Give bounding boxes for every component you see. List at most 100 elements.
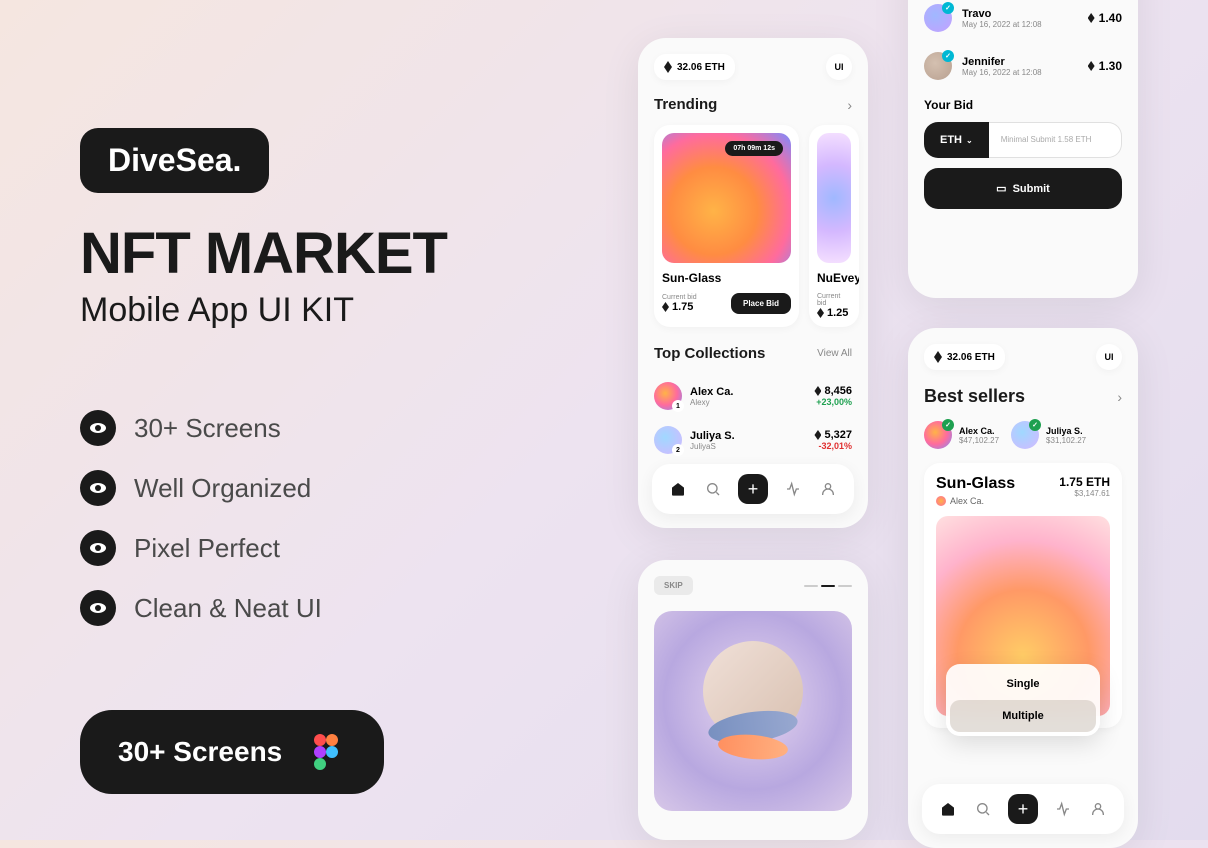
phone-bid: RepoMay 17, 2022 at 12:08 1.55 TravoMay … xyxy=(908,0,1138,298)
collection-row[interactable]: 2Juliya S.JuliyaS 5,327-32,01% xyxy=(654,418,852,462)
feature-item: Pixel Perfect xyxy=(80,530,530,566)
skip-button[interactable]: SKIP xyxy=(654,576,693,595)
hero-owner: Alex Ca. xyxy=(936,496,1015,506)
eth-balance[interactable]: 32.06 ETH xyxy=(924,344,1005,370)
chevron-down-icon: ⌄ xyxy=(966,136,973,145)
cta-button[interactable]: 30+ Screens xyxy=(80,710,384,794)
nav-profile[interactable] xyxy=(818,479,838,499)
submit-button[interactable]: ▭Submit xyxy=(924,168,1122,209)
main-title: NFT MARKET xyxy=(80,225,530,283)
bottom-nav: + xyxy=(922,784,1124,834)
bid-amount: 1.30 xyxy=(1088,59,1122,73)
owner-avatar xyxy=(936,496,946,506)
eth-balance[interactable]: 32.06 ETH xyxy=(654,54,735,80)
nft-image xyxy=(817,133,851,263)
seller-item[interactable]: Juliya S.$31,102.27 xyxy=(1011,421,1086,449)
eth-icon xyxy=(1088,61,1095,71)
bid-label: Current bid xyxy=(662,294,697,301)
trending-title: Trending xyxy=(654,96,717,113)
eye-icon xyxy=(80,590,116,626)
collection-change: +23,00% xyxy=(814,397,852,407)
hero-nft-card[interactable]: Sun-GlassAlex Ca. 1.75 ETH$3,147.61 Sing… xyxy=(924,463,1122,728)
hero-price-usd: $3,147.61 xyxy=(1059,489,1110,498)
cta-text: 30+ Screens xyxy=(118,736,282,768)
brand-logo: DiveSea. xyxy=(80,128,269,193)
bidder-row[interactable]: TravoMay 16, 2022 at 12:08 1.40 xyxy=(924,0,1122,42)
currency-selector[interactable]: ETH⌄ xyxy=(924,122,989,158)
phone-onboarding: SKIP xyxy=(638,560,868,840)
chevron-right-icon[interactable]: › xyxy=(847,97,852,113)
bid-input[interactable]: Minimal Submit 1.58 ETH xyxy=(989,122,1122,158)
eth-icon xyxy=(664,61,672,73)
nft-card[interactable]: 07h 09m 12s Sun-Glass Current bid1.75 Pl… xyxy=(654,125,799,327)
nav-home[interactable] xyxy=(668,479,688,499)
bid-value: 1.75 xyxy=(662,301,697,313)
avatar-badge[interactable]: UI xyxy=(1096,344,1122,370)
bidder-row[interactable]: JenniferMay 16, 2022 at 12:08 1.30 xyxy=(924,42,1122,90)
avatar xyxy=(1011,421,1039,449)
your-bid-label: Your Bid xyxy=(924,98,1122,112)
hero-image: Single Multiple xyxy=(936,516,1110,716)
seller-name: Alex Ca. xyxy=(959,426,999,436)
avatar xyxy=(924,421,952,449)
bidder-name: Jennifer xyxy=(962,56,1042,68)
eth-icon xyxy=(1088,13,1095,23)
collection-name: Juliya S. xyxy=(690,430,735,442)
bid-value: 1.25 xyxy=(817,307,851,319)
seller-amount: $47,102.27 xyxy=(959,436,999,445)
feature-item: Well Organized xyxy=(80,470,530,506)
verified-icon xyxy=(942,419,954,431)
collection-sub: Alexy xyxy=(690,398,733,407)
nav-home[interactable] xyxy=(938,799,958,819)
bottom-nav: + xyxy=(652,464,854,514)
nav-add-button[interactable]: + xyxy=(738,474,768,504)
eth-icon xyxy=(814,386,821,396)
seller-item[interactable]: Alex Ca.$47,102.27 xyxy=(924,421,999,449)
avatar: 2 xyxy=(654,426,682,454)
bidder-name: Travo xyxy=(962,8,1042,20)
nav-activity[interactable] xyxy=(783,479,803,499)
nft-card[interactable]: NuEvey Current bid1.25 xyxy=(809,125,859,327)
option-single[interactable]: Single xyxy=(950,668,1096,700)
chevron-right-icon[interactable]: › xyxy=(1117,389,1122,405)
verified-icon xyxy=(1029,419,1041,431)
nft-name: NuEvey xyxy=(817,271,851,285)
seller-amount: $31,102.27 xyxy=(1046,436,1086,445)
eth-icon xyxy=(817,308,824,318)
feature-text: Well Organized xyxy=(134,473,311,504)
onboarding-image xyxy=(654,611,852,811)
nav-profile[interactable] xyxy=(1088,799,1108,819)
verified-icon xyxy=(942,50,954,62)
eth-icon xyxy=(814,430,821,440)
place-bid-button[interactable]: Place Bid xyxy=(731,293,791,314)
collection-change: -32,01% xyxy=(814,441,852,451)
collection-name: Alex Ca. xyxy=(690,386,733,398)
bid-amount: 1.40 xyxy=(1088,11,1122,25)
feature-item: Clean & Neat UI xyxy=(80,590,530,626)
nav-search[interactable] xyxy=(973,799,993,819)
eth-amount: 32.06 ETH xyxy=(947,352,995,363)
subtitle: Mobile App UI KIT xyxy=(80,291,530,330)
bid-label: Current bid xyxy=(817,293,851,307)
type-popup: Single Multiple xyxy=(946,664,1100,736)
rank-badge: 2 xyxy=(672,444,684,456)
seller-name: Juliya S. xyxy=(1046,426,1086,436)
nav-search[interactable] xyxy=(703,479,723,499)
verified-icon xyxy=(942,2,954,14)
hero-price-eth: 1.75 ETH xyxy=(1059,475,1110,489)
feature-item: 30+ Screens xyxy=(80,410,530,446)
nft-image: 07h 09m 12s xyxy=(662,133,791,263)
eth-icon xyxy=(934,351,942,363)
option-multiple[interactable]: Multiple xyxy=(950,700,1096,732)
feature-text: Clean & Neat UI xyxy=(134,593,322,624)
collection-row[interactable]: 1Alex Ca.Alexy 8,456+23,00% xyxy=(654,374,852,418)
best-sellers-title: Best sellers xyxy=(924,386,1025,407)
eth-amount: 32.06 ETH xyxy=(677,62,725,73)
nav-add-button[interactable]: + xyxy=(1008,794,1038,824)
nav-activity[interactable] xyxy=(1053,799,1073,819)
phone-sellers: 32.06 ETH UI Best sellers › Alex Ca.$47,… xyxy=(908,328,1138,848)
phone-home: 32.06 ETH UI Trending › 07h 09m 12s Sun-… xyxy=(638,38,868,528)
eye-icon xyxy=(80,410,116,446)
avatar-badge[interactable]: UI xyxy=(826,54,852,80)
view-all-link[interactable]: View All xyxy=(817,348,852,359)
